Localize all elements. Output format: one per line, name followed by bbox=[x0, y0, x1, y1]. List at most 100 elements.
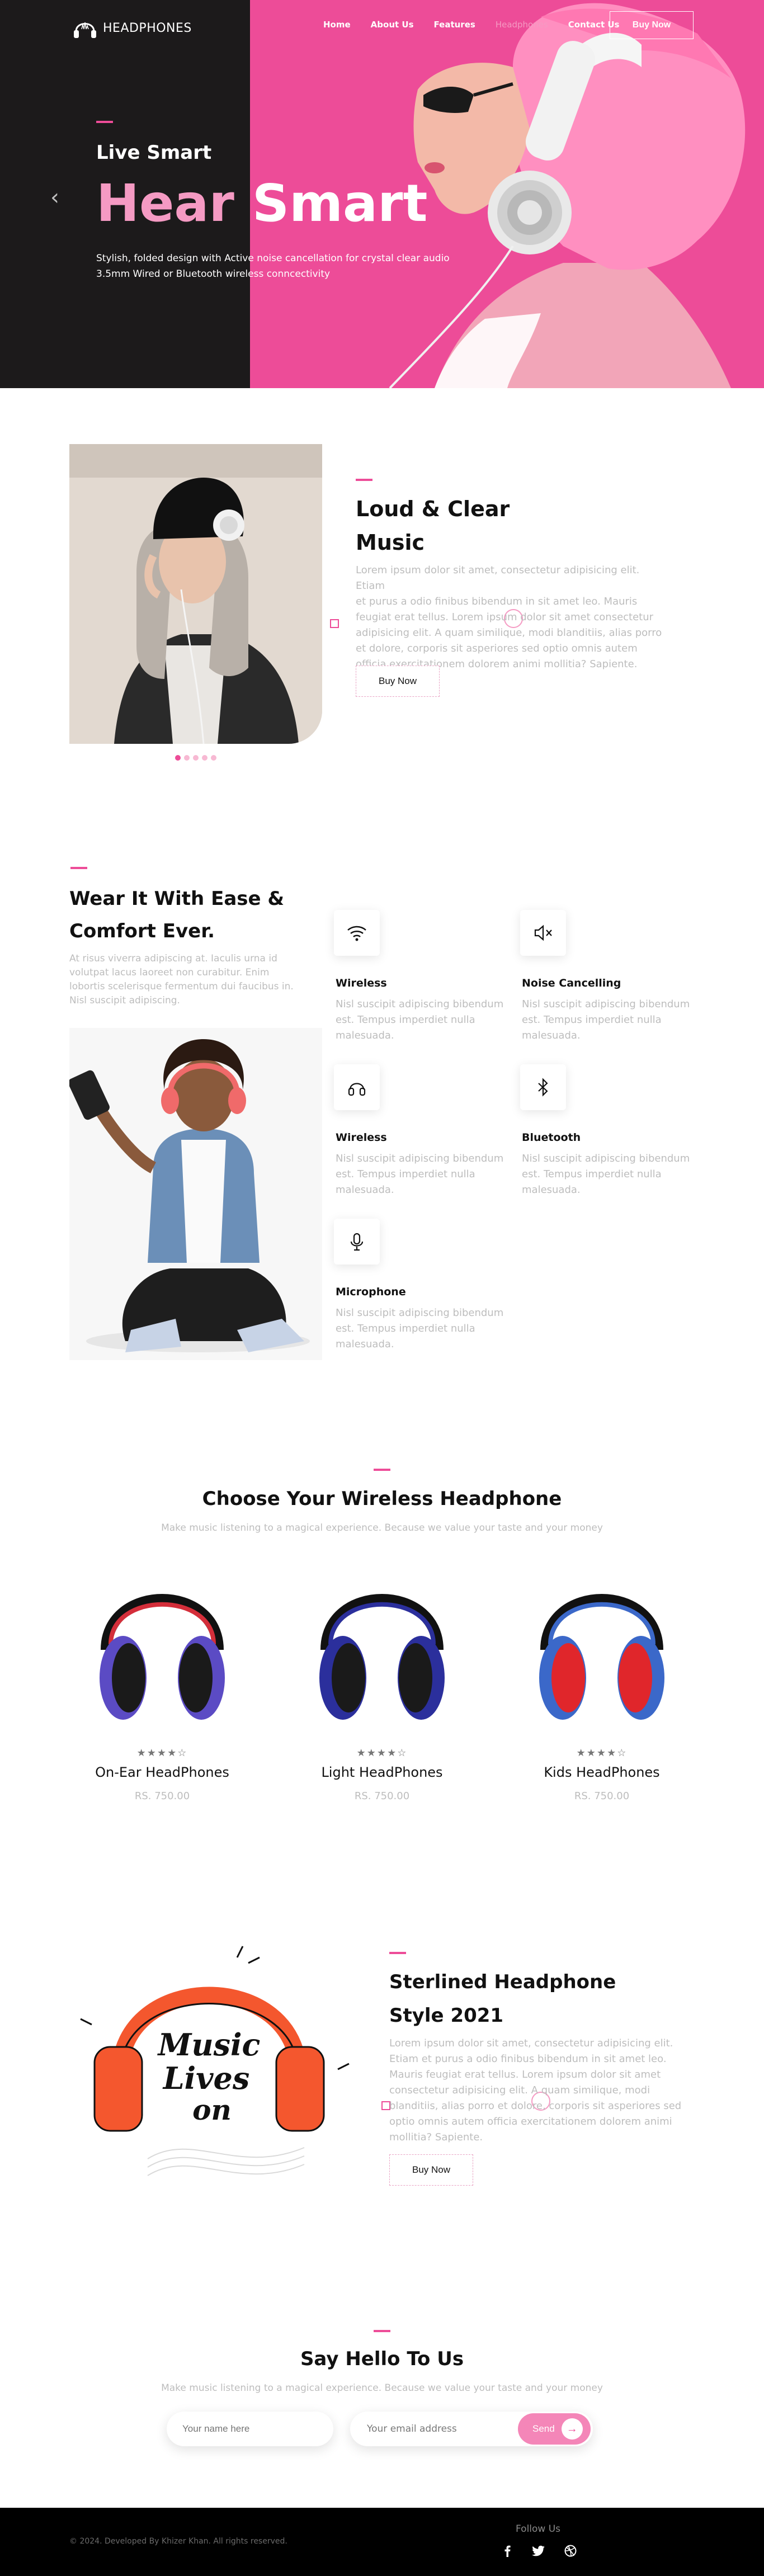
product-name: Kids HeadPhones bbox=[544, 1764, 660, 1780]
features-text-line: Nisl suscipit adipiscing. bbox=[69, 995, 180, 1006]
promo-text-line: mollitia? Sapiente. bbox=[389, 2131, 483, 2143]
carousel-dot[interactable] bbox=[175, 755, 181, 761]
carousel-dot[interactable] bbox=[211, 755, 216, 761]
feature-title: Microphone bbox=[336, 1286, 406, 1298]
brand-logo[interactable]: HEADPHONES bbox=[70, 11, 205, 45]
art-text-music: Music bbox=[157, 2027, 261, 2063]
hero-subtitle: Live Smart bbox=[96, 141, 212, 164]
about-text-line: et dolore, corporis sit asperiores sed o… bbox=[356, 643, 638, 654]
about-text-line: Lorem ipsum dolor sit amet, consectetur … bbox=[356, 564, 640, 592]
product-image bbox=[100, 1594, 225, 1720]
nav-home[interactable]: Home bbox=[323, 20, 351, 30]
product-name: On-Ear HeadPhones bbox=[95, 1764, 229, 1780]
send-button[interactable]: Send → bbox=[518, 2413, 591, 2445]
feature-wireless-card bbox=[334, 910, 380, 956]
product-image bbox=[319, 1594, 445, 1720]
social-links bbox=[502, 2545, 577, 2557]
feature-title: Wireless bbox=[336, 1131, 387, 1144]
features-text-line: volutpat lacus laoreet non curabitur. En… bbox=[69, 967, 270, 978]
nav-headphones[interactable]: Headphones bbox=[496, 20, 548, 30]
contact-title: Say Hello To Us bbox=[300, 2348, 464, 2370]
product-card[interactable]: ★★★★☆ On-Ear HeadPhones RS. 750.00 bbox=[84, 1560, 240, 1802]
feature-desc-line: Nisl suscipit adipiscing bibendum bbox=[336, 1153, 504, 1164]
product-price: RS. 750.00 bbox=[574, 1790, 630, 1802]
music-lives-on-illustration: Music Lives on bbox=[69, 1935, 360, 2198]
carousel-dot[interactable] bbox=[202, 755, 207, 761]
hero-title: Hear Smart bbox=[96, 178, 427, 229]
about-accent-bar bbox=[356, 479, 372, 481]
feature-microphone-card bbox=[334, 1219, 380, 1265]
nav-buy-now-button[interactable]: Buy Now bbox=[610, 11, 694, 39]
promo-title-line-1: Sterlined Headphone bbox=[389, 1971, 616, 1993]
promo-buy-now-button[interactable]: Buy Now bbox=[389, 2154, 473, 2186]
features-title-line-1: Wear It With Ease & bbox=[69, 888, 285, 910]
feature-desc-line: Nisl suscipit adipiscing bibendum bbox=[336, 1307, 504, 1319]
nav-about[interactable]: About Us bbox=[371, 20, 414, 30]
hero-accent-bar bbox=[96, 121, 113, 123]
footer-copyright: © 2024. Developed By Khizer Khan. All ri… bbox=[69, 2537, 287, 2546]
promo-text-line: blanditiis, alias porro et dolore, corpo… bbox=[389, 2100, 682, 2112]
nav-features[interactable]: Features bbox=[434, 20, 475, 30]
product-card[interactable]: ★★★★☆ Light HeadPhones RS. 750.00 bbox=[304, 1560, 460, 1802]
feature-title: Noise Cancelling bbox=[522, 977, 621, 989]
about-buy-now-button[interactable]: Buy Now bbox=[356, 666, 440, 697]
feature-desc-line: Nisl suscipit adipiscing bibendum bbox=[522, 998, 690, 1010]
hero-prev-arrow-icon[interactable]: ‹ bbox=[50, 185, 59, 210]
twitter-icon[interactable] bbox=[532, 2545, 545, 2557]
feature-desc-line: malesuada. bbox=[336, 1030, 394, 1041]
feature-desc-line: malesuada. bbox=[522, 1030, 581, 1041]
dribbble-icon[interactable] bbox=[564, 2545, 577, 2557]
product-price: RS. 750.00 bbox=[134, 1790, 190, 1802]
features-text-line: At risus viverra adipiscing at. Iaculis … bbox=[69, 953, 277, 964]
products-title: Choose Your Wireless Headphone bbox=[202, 1488, 562, 1510]
promo-title: Sterlined Headphone Style 2021 bbox=[389, 1965, 616, 2032]
feature-desc-line: est. Tempus imperdiet nulla bbox=[522, 1014, 662, 1026]
facebook-icon[interactable] bbox=[502, 2545, 513, 2557]
feature-desc-line: est. Tempus imperdiet nulla bbox=[336, 1323, 475, 1334]
product-price: RS. 750.00 bbox=[354, 1790, 410, 1802]
contact-subtitle: Make music listening to a magical experi… bbox=[161, 2382, 603, 2394]
main-nav: Home About Us Features Headphones Contac… bbox=[323, 11, 619, 38]
feature-desc: Nisl suscipit adipiscing bibendum est. T… bbox=[522, 1151, 695, 1198]
arrow-right-icon: → bbox=[561, 2418, 583, 2440]
art-text-lives: Lives bbox=[162, 2060, 250, 2096]
feature-desc-line: malesuada. bbox=[336, 1338, 394, 1350]
promo-text-line: optio omnis autem officia exercitationem… bbox=[389, 2116, 672, 2127]
art-text-on: on bbox=[192, 2093, 232, 2126]
feature-noise-card bbox=[520, 910, 566, 956]
woman-phone-image bbox=[69, 1028, 322, 1360]
product-name: Light HeadPhones bbox=[321, 1764, 443, 1780]
feature-title: Wireless bbox=[336, 977, 387, 989]
about-text-line: feugiat erat tellus. Lorem ipsum dolor s… bbox=[356, 611, 654, 623]
hero-section: HEADPHONES Home About Us Features Headph… bbox=[0, 0, 764, 388]
product-card[interactable]: ★★★★☆ Kids HeadPhones RS. 750.00 bbox=[524, 1560, 680, 1802]
about-title: Loud & Clear Music bbox=[356, 492, 510, 559]
promo-text-line: Lorem ipsum dolor sit amet, consectetur … bbox=[389, 2037, 673, 2049]
carousel-dot[interactable] bbox=[193, 755, 199, 761]
feature-bluetooth-card bbox=[520, 1064, 566, 1110]
woman-beanie-image bbox=[69, 444, 322, 744]
product-image bbox=[539, 1594, 664, 1720]
feature-wireless-2-card bbox=[334, 1064, 380, 1110]
features-text-line: lobortis scelerisque fermentum dui fauci… bbox=[69, 981, 294, 992]
promo-text-line: consectetur adipisicing elit. A quam sim… bbox=[389, 2084, 650, 2096]
carousel-dot[interactable] bbox=[184, 755, 190, 761]
microphone-icon bbox=[350, 1233, 364, 1251]
feature-desc-line: est. Tempus imperdiet nulla bbox=[522, 1168, 662, 1180]
decor-square bbox=[330, 619, 339, 628]
hero-description: Stylish, folded design with Active noise… bbox=[96, 251, 488, 282]
feature-desc-line: est. Tempus imperdiet nulla bbox=[336, 1168, 475, 1180]
name-input[interactable] bbox=[167, 2412, 333, 2446]
contact-accent-bar bbox=[374, 2330, 390, 2332]
brand-name: HEADPHONES bbox=[103, 21, 192, 35]
features-title: Wear It With Ease & Comfort Ever. bbox=[69, 883, 284, 947]
headphones-icon bbox=[348, 1083, 366, 1096]
products-accent-bar bbox=[374, 1469, 390, 1471]
bluetooth-icon bbox=[538, 1078, 548, 1097]
feature-desc-line: malesuada. bbox=[522, 1184, 581, 1196]
about-text-line: et purus a odio finibus bibendum in sit … bbox=[356, 596, 638, 607]
feature-desc: Nisl suscipit adipiscing bibendum est. T… bbox=[336, 997, 509, 1044]
feature-desc-line: malesuada. bbox=[336, 1184, 394, 1196]
promo-text-line: Mauris feugiat erat tellus. Lorem ipsum … bbox=[389, 2069, 661, 2080]
hero-desc-line-2: 3.5mm Wired or Bluetooth wireless connce… bbox=[96, 268, 331, 280]
